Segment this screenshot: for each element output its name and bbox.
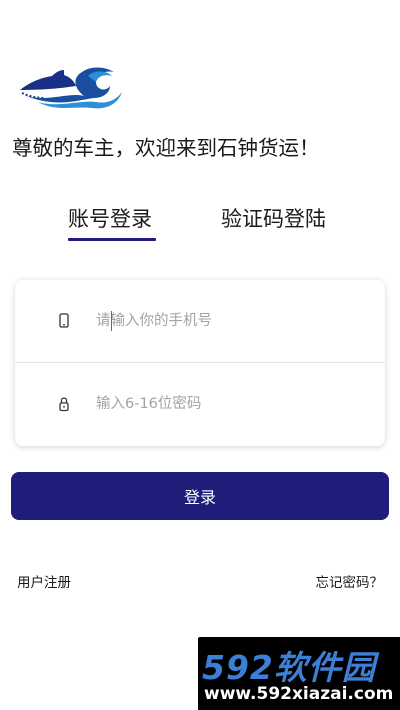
watermark-brand: 592软件园 — [202, 648, 376, 687]
tab-account-login[interactable]: 账号登录 — [68, 203, 152, 233]
phone-row — [15, 280, 385, 363]
active-tab-indicator — [68, 238, 156, 241]
company-logo — [20, 67, 122, 109]
text-caret — [111, 311, 112, 331]
password-input[interactable] — [96, 389, 366, 419]
welcome-text: 尊敬的车主，欢迎来到石钟货运！ — [12, 136, 320, 160]
phone-icon — [59, 313, 69, 328]
login-tabs: 账号登录 验证码登陆 — [0, 203, 400, 243]
login-form-card — [15, 280, 385, 446]
password-row — [15, 363, 385, 446]
site-watermark: 592软件园 www.592xiazai.com — [198, 637, 400, 710]
register-link[interactable]: 用户注册 — [17, 571, 71, 591]
watermark-url: www.592xiazai.com — [204, 684, 394, 704]
tab-code-login[interactable]: 验证码登陆 — [221, 203, 326, 233]
login-button[interactable]: 登录 — [11, 472, 389, 520]
forgot-password-link[interactable]: 忘记密码？ — [316, 571, 384, 591]
lock-icon — [59, 397, 69, 412]
phone-input[interactable] — [96, 306, 366, 336]
